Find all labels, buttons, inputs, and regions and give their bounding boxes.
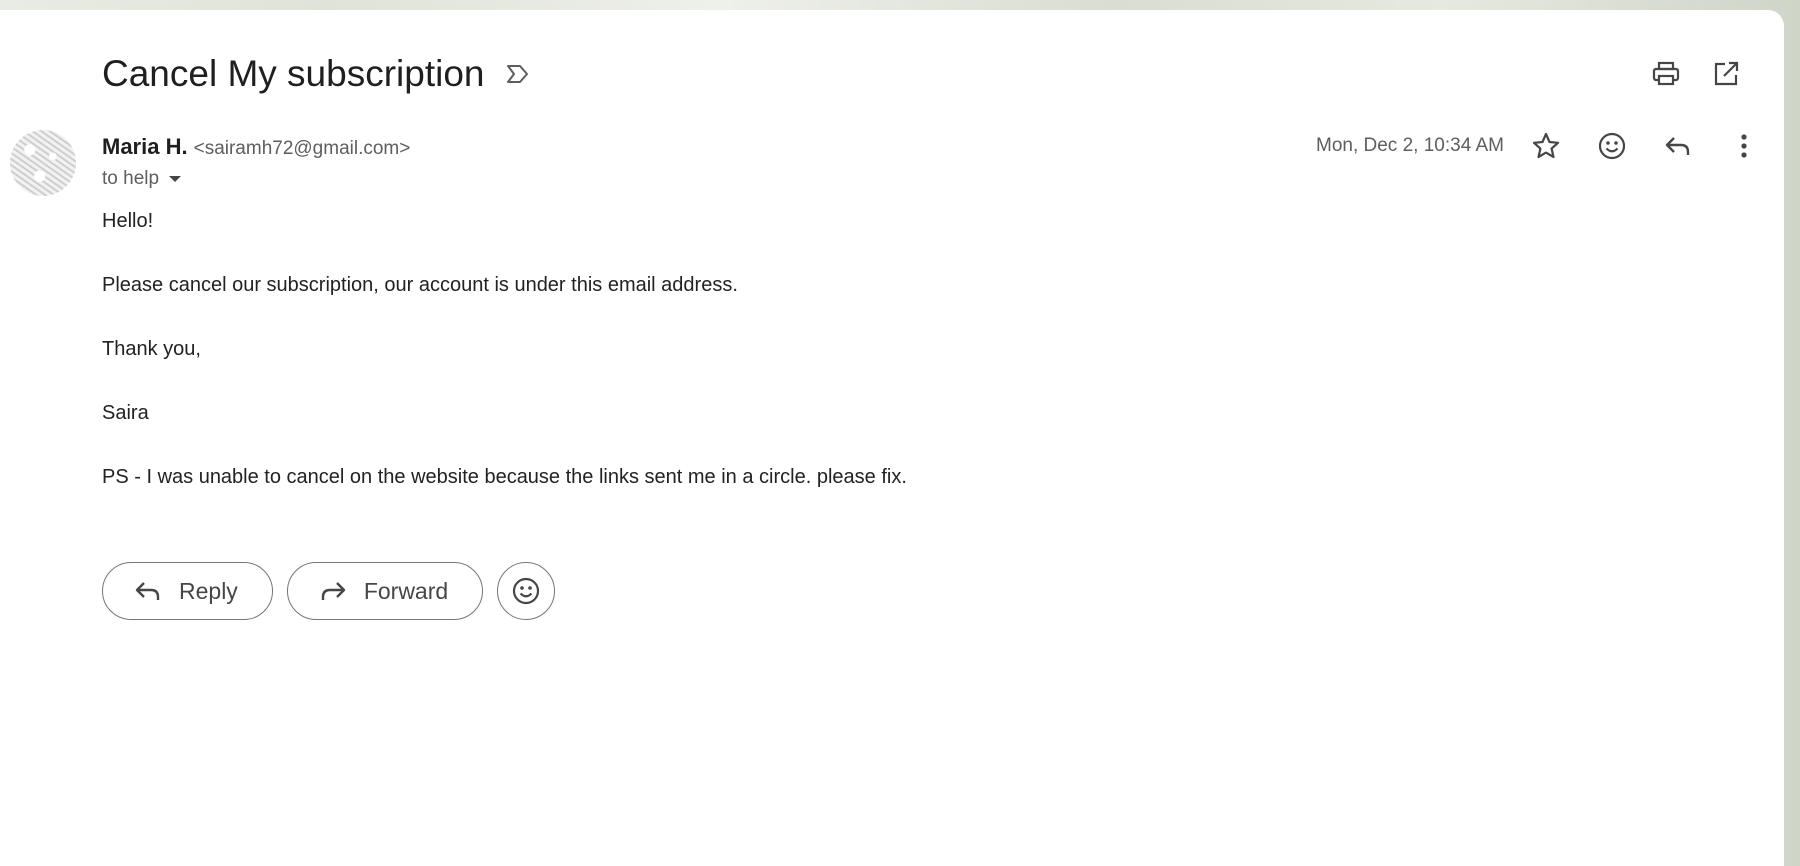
message-meta: Mon, Dec 2, 10:34 AM	[1316, 128, 1762, 164]
reply-button[interactable]: Reply	[102, 562, 273, 620]
label-important-icon[interactable]	[504, 60, 532, 88]
emoji-icon[interactable]	[1594, 128, 1630, 164]
print-icon[interactable]	[1648, 56, 1684, 92]
body-line: PS - I was unable to cancel on the websi…	[102, 466, 907, 488]
reply-button-label: Reply	[179, 577, 238, 604]
recipient-details-toggle[interactable]: to help	[102, 168, 182, 190]
reply-icon[interactable]	[1660, 128, 1696, 164]
chevron-down-icon	[169, 176, 182, 182]
recipient-label: to help	[102, 168, 160, 189]
emoji-reaction-button[interactable]	[497, 562, 556, 620]
forward-icon	[318, 576, 348, 606]
response-actions: Reply Forward	[102, 562, 556, 620]
avatar[interactable]	[10, 130, 76, 196]
forward-button[interactable]: Forward	[286, 562, 484, 620]
open-in-new-icon[interactable]	[1708, 56, 1744, 92]
email-view: Cancel My subscription Maria H. <sairamh…	[0, 10, 1784, 866]
subject-row: Cancel My subscription	[102, 48, 532, 100]
emoji-icon	[513, 577, 540, 605]
thread-actions	[1648, 56, 1744, 92]
reply-icon	[133, 576, 163, 606]
body-line: Hello!	[102, 210, 154, 232]
email-subject: Cancel My subscription	[102, 53, 485, 94]
body-line: Saira	[102, 402, 149, 424]
sender-email: <sairamh72@gmail.com>	[193, 138, 411, 159]
message-body: Hello! Please cancel our subscription, o…	[102, 210, 1502, 530]
sender-name[interactable]: Maria H.	[102, 134, 188, 160]
body-line: Thank you,	[102, 338, 201, 360]
message-date: Mon, Dec 2, 10:34 AM	[1316, 135, 1504, 156]
sender-line: Maria H. <sairamh72@gmail.com>	[102, 134, 410, 160]
forward-button-label: Forward	[363, 577, 449, 604]
star-icon[interactable]	[1528, 128, 1564, 164]
body-line: Please cancel our subscription, our acco…	[102, 274, 738, 296]
more-vert-icon[interactable]	[1726, 128, 1762, 164]
